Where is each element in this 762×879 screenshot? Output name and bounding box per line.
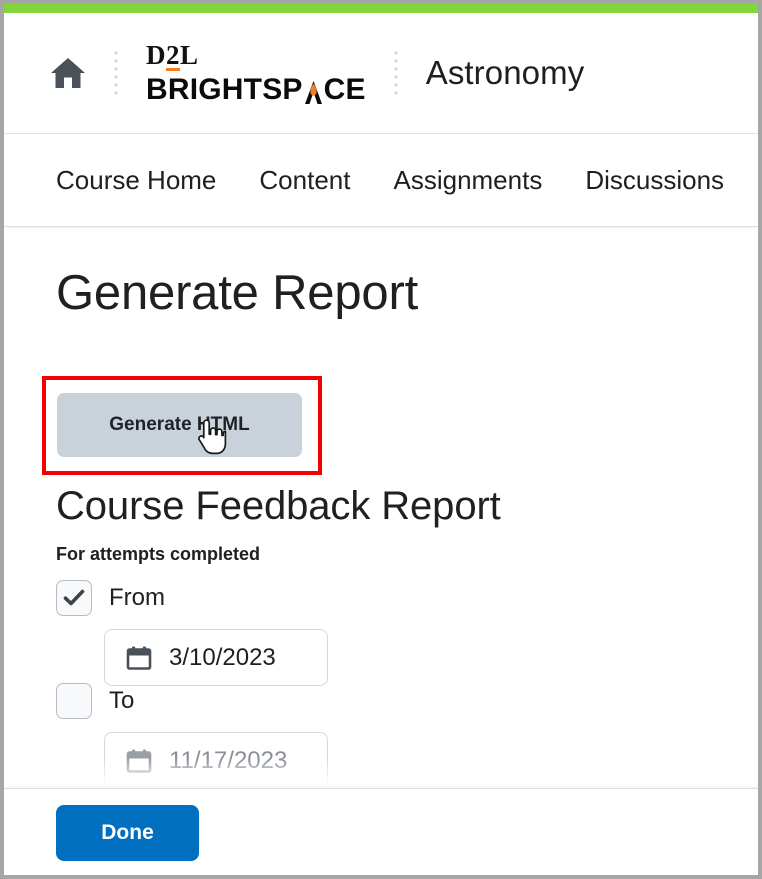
- nav-item-discussions[interactable]: Discussions: [585, 165, 724, 196]
- flame-a-icon: [303, 75, 324, 105]
- dotted-divider-1: [114, 49, 118, 97]
- course-title: Astronomy: [425, 54, 585, 91]
- generate-html-button[interactable]: Generate HTML: [57, 393, 302, 457]
- to-checkbox[interactable]: [56, 683, 92, 719]
- main-content: Generate Report Generate HTML Course Fee…: [4, 236, 758, 875]
- calendar-icon: [126, 645, 152, 671]
- brightspace-logo[interactable]: D2L BRIGHTSP CE: [146, 39, 366, 106]
- from-checkbox-row: From: [56, 578, 328, 618]
- done-button[interactable]: Done: [56, 805, 199, 861]
- date-filter-from: From 3/10/2023: [56, 578, 328, 686]
- dotted-divider-2: [393, 49, 398, 97]
- to-date-input[interactable]: 11/17/2023: [104, 732, 328, 789]
- branding-bar: D2L BRIGHTSP CE Astronomy: [4, 13, 758, 134]
- page-title: Generate Report: [56, 266, 418, 320]
- course-navbar: Course Home Content Assignments Discussi…: [4, 134, 758, 227]
- to-checkbox-label: To: [109, 687, 135, 714]
- nav-item-course-home[interactable]: Course Home: [56, 165, 216, 196]
- from-date-input[interactable]: 3/10/2023: [104, 629, 328, 686]
- page-body: D2L BRIGHTSP CE Astronomy Course Home Con…: [4, 13, 758, 875]
- date-filter-to: To 11/17/2023: [56, 681, 328, 789]
- attempts-completed-label: For attempts completed: [56, 544, 261, 564]
- section-title: Course Feedback Report: [56, 484, 501, 528]
- home-icon[interactable]: [50, 56, 86, 90]
- logo-d2l-text: D2L: [146, 39, 199, 71]
- from-date-value: 3/10/2023: [169, 643, 276, 671]
- browser-window: D2L BRIGHTSP CE Astronomy Course Home Con…: [0, 0, 762, 879]
- calendar-icon: [126, 748, 152, 774]
- to-checkbox-row: To: [56, 681, 328, 721]
- from-checkbox-label: From: [109, 584, 165, 611]
- from-checkbox[interactable]: [56, 580, 92, 616]
- brand-accent-bar: [4, 4, 758, 13]
- nav-item-assignments[interactable]: Assignments: [393, 165, 542, 196]
- nav-item-content[interactable]: Content: [259, 165, 350, 196]
- checkmark-icon: [63, 589, 85, 606]
- to-date-value: 11/17/2023: [169, 746, 288, 774]
- logo-brightspace-text: BRIGHTSP CE: [146, 72, 366, 106]
- sticky-footer: Done: [4, 788, 758, 875]
